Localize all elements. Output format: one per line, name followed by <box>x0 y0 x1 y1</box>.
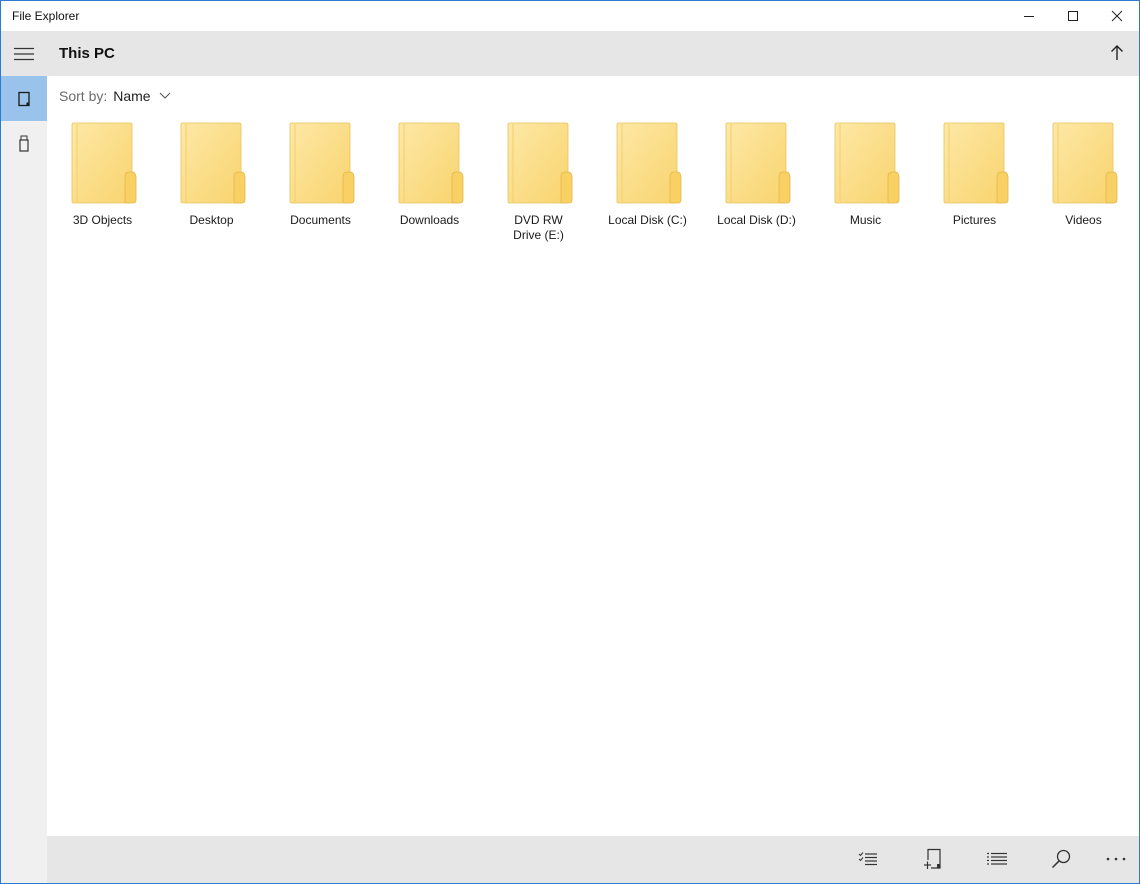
folder-icon <box>289 122 355 204</box>
page-title: This PC <box>59 45 115 62</box>
folder-label: 3D Objects <box>72 213 133 227</box>
folder-label: DVD RW Drive (E:) <box>513 213 564 242</box>
list-view-icon <box>987 852 1007 865</box>
folder-label: Music <box>849 213 882 227</box>
folder-item[interactable]: Documents <box>266 122 375 252</box>
hamburger-icon <box>14 47 34 60</box>
folder-icon <box>71 122 137 204</box>
minimize-icon <box>1024 16 1034 17</box>
folder-icon <box>725 122 791 204</box>
title-bar: File Explorer <box>1 1 1139 31</box>
folder-label: Pictures <box>952 213 997 227</box>
folder-item[interactable]: Desktop <box>157 122 266 252</box>
file-explorer-window: File Explorer This PC Sort by: Name 3D O… <box>0 0 1140 884</box>
folder-icon <box>1052 122 1118 204</box>
minimize-button[interactable] <box>1007 1 1051 31</box>
folder-item[interactable]: 3D Objects <box>48 122 157 252</box>
folder-label: Desktop <box>189 213 234 227</box>
folder-item[interactable]: Downloads <box>375 122 484 252</box>
folder-icon <box>616 122 682 204</box>
up-button[interactable] <box>1101 37 1133 69</box>
header-bar: This PC <box>47 31 1139 76</box>
more-button[interactable] <box>1098 843 1134 875</box>
folder-label: Videos <box>1065 213 1102 227</box>
arrow-up-icon <box>1111 45 1123 60</box>
hamburger-menu-button[interactable] <box>1 31 47 76</box>
folder-icon <box>834 122 900 204</box>
new-folder-button[interactable] <box>915 843 951 875</box>
search-icon <box>1051 849 1071 869</box>
window-title: File Explorer <box>12 9 80 23</box>
new-folder-icon <box>924 848 941 869</box>
folder-icon <box>943 122 1009 204</box>
content-area: Sort by: Name 3D Objects Desktop Documen… <box>47 76 1139 836</box>
sort-value: Name <box>113 88 151 104</box>
folder-label: Downloads <box>399 213 460 227</box>
view-button[interactable] <box>979 843 1015 875</box>
sort-label: Sort by: <box>59 88 108 104</box>
sidebar-item-this-pc[interactable] <box>1 76 47 121</box>
sort-dropdown[interactable]: Sort by: Name <box>59 88 171 104</box>
folder-icon <box>507 122 573 204</box>
device-icon <box>18 91 30 106</box>
usb-drive-icon <box>19 135 29 152</box>
folder-item[interactable]: DVD RW Drive (E:) <box>484 122 593 252</box>
folder-item[interactable]: Videos <box>1029 122 1138 252</box>
chevron-down-icon <box>159 92 170 99</box>
folder-item[interactable]: Local Disk (D:) <box>702 122 811 252</box>
folder-item[interactable]: Music <box>811 122 920 252</box>
folder-label: Local Disk (C:) <box>608 213 687 227</box>
close-button[interactable] <box>1095 1 1139 31</box>
sidebar <box>1 31 47 883</box>
folder-icon <box>398 122 464 204</box>
close-icon <box>1111 10 1123 22</box>
folder-label: Documents <box>290 213 351 227</box>
folder-label: Local Disk (D:) <box>717 213 796 227</box>
checklist-icon <box>858 852 877 866</box>
maximize-icon <box>1068 11 1078 21</box>
sidebar-item-usb-drive[interactable] <box>1 121 47 166</box>
maximize-button[interactable] <box>1051 1 1095 31</box>
search-button[interactable] <box>1043 843 1079 875</box>
folder-item[interactable]: Pictures <box>920 122 1029 252</box>
folder-item[interactable]: Local Disk (C:) <box>593 122 702 252</box>
more-icon <box>1106 857 1126 861</box>
bottom-toolbar <box>47 836 1139 883</box>
select-button[interactable] <box>850 843 886 875</box>
folder-icon <box>180 122 246 204</box>
